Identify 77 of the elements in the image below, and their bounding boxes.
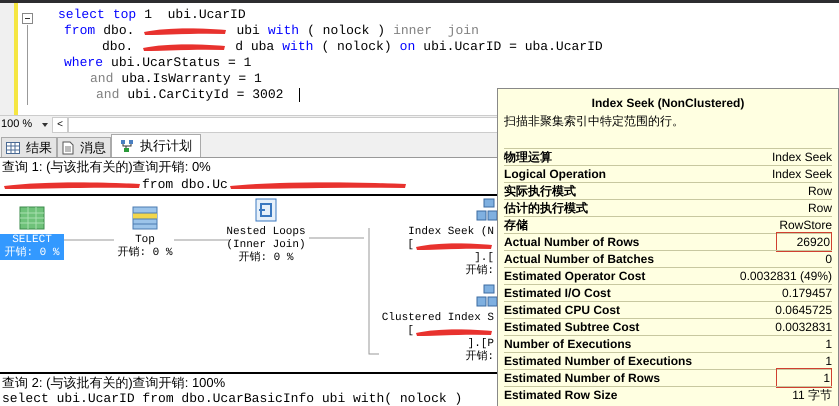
result-tab[interactable]: 消息: [57, 137, 111, 157]
table-icon: [132, 206, 158, 230]
collapse-icon[interactable]: [22, 13, 33, 24]
property-label: Actual Number of Rows: [504, 234, 640, 251]
sql-keyword: top: [112, 6, 136, 24]
plan-node[interactable]: Index Seek (N [ ].[ 开销:: [403, 226, 498, 278]
sql-keyword: from: [64, 22, 96, 40]
result-tab[interactable]: 结果: [1, 137, 57, 157]
property-label: Estimated Number of Executions: [504, 353, 692, 370]
property-label: Estimated Operator Cost: [504, 268, 646, 285]
plan-node[interactable]: Top 开销: 0 %: [113, 234, 176, 260]
property-value: Index Seek: [772, 149, 832, 166]
property-value: 1: [825, 353, 832, 370]
sql-text: 1 ubi.UcarID: [144, 6, 246, 24]
property-value: Row: [808, 183, 832, 200]
text-caret: [299, 88, 300, 102]
property-value: RowStore: [779, 217, 832, 234]
sql-operator: inner join: [393, 22, 479, 40]
property-label: Estimated I/O Cost: [504, 285, 611, 302]
grid-icon: [6, 142, 20, 154]
query-sql: select ubi.UcarID from dbo.UcarBasicInfo ubi with( nolock ): [2, 390, 462, 406]
property-value: 1: [825, 336, 832, 353]
sql-operator: and: [90, 70, 114, 88]
query-sql: from dbo.Uc: [142, 176, 228, 194]
plan-node[interactable]: Clustered Index S [ ].[P 开销:: [378, 312, 498, 364]
caret-icon: [42, 122, 48, 126]
property-label: Estimated Row Size: [504, 387, 618, 404]
zoom-dropdown[interactable]: 100 %: [0, 116, 52, 133]
sql-keyword: where: [64, 54, 104, 72]
property-label: Estimated Subtree Cost: [504, 319, 640, 336]
sql-text: ( nolock): [321, 38, 392, 56]
property-label: 实际执行模式: [504, 183, 576, 200]
property-label: Estimated CPU Cost: [504, 302, 620, 319]
sql-text: ubi.UcarStatus = 1: [111, 54, 252, 72]
query-header: 查询 2: (与该批有关的)查询开销: 100%: [1, 374, 226, 391]
property-label: 存储: [504, 217, 528, 234]
loop-icon: [255, 198, 277, 222]
property-label: Estimated Number of Rows: [504, 370, 660, 387]
sql-text: d uba: [235, 38, 274, 56]
property-value: 0.179457: [782, 285, 832, 302]
query-header: 查询 1: (与该批有关的)查询开销: 0%: [1, 158, 211, 176]
tooltip-title: Index Seek (NonClustered): [592, 95, 744, 112]
index-icon: [476, 284, 498, 308]
sql-text: uba.IsWarranty = 1: [121, 70, 262, 88]
property-value: 1: [776, 368, 832, 388]
property-value: 0.0645725: [775, 302, 832, 319]
property-value: 26920: [776, 232, 832, 252]
property-value: Index Seek: [772, 166, 832, 183]
property-label: 物理运算: [504, 149, 552, 166]
sql-keyword: on: [400, 38, 416, 56]
sql-keyword: with: [282, 38, 314, 56]
sql-operator: and: [96, 86, 120, 104]
sql-text: ubi: [236, 22, 260, 40]
sql-keyword: select: [58, 6, 105, 24]
sql-text: ( nolock ): [307, 22, 386, 40]
property-label: Number of Executions: [504, 336, 632, 353]
property-value: 0.0032831: [775, 319, 832, 336]
table-icon: [19, 206, 45, 230]
property-label: Logical Operation: [504, 166, 606, 183]
property-value: 0: [825, 251, 832, 268]
index-icon: [476, 198, 498, 222]
property-value: Row: [808, 200, 832, 217]
property-label: Actual Number of Batches: [504, 251, 654, 268]
property-value: 11 字节: [792, 387, 832, 404]
sql-text: ubi.UcarID = uba.UcarID: [423, 38, 603, 56]
plan-icon: [120, 139, 134, 153]
scroll-left-button[interactable]: <: [52, 116, 68, 132]
property-label: 估计的执行模式: [504, 200, 588, 217]
plan-node[interactable]: Nested Loops (Inner Join) 开销: 0 %: [222, 226, 310, 265]
sql-text: dbo.: [102, 38, 134, 56]
document-icon: [62, 140, 74, 154]
result-tab[interactable]: 执行计划: [111, 134, 201, 157]
sql-text: ubi.CarCityId = 3002: [127, 86, 284, 104]
tooltip-description: 扫描非聚集索引中特定范围的行。: [504, 113, 685, 130]
sql-text: dbo.: [103, 22, 134, 40]
sql-keyword: with: [268, 22, 300, 40]
property-value: 0.0032831 (49%): [740, 268, 832, 285]
